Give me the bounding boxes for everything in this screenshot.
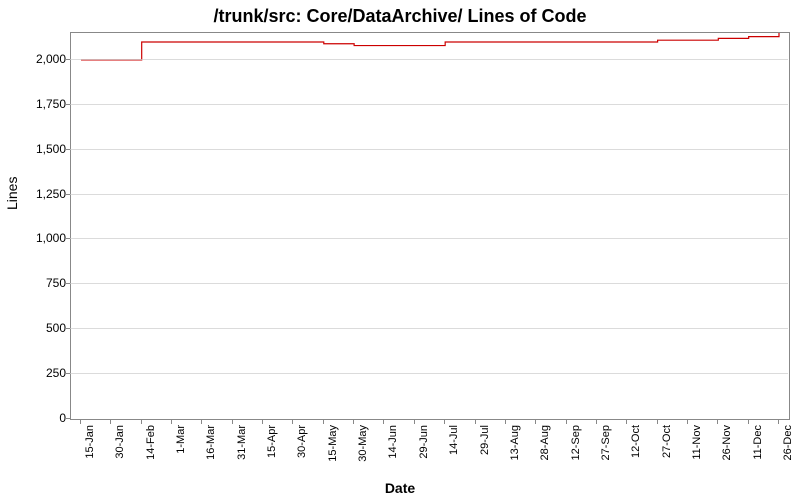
chart-title: /trunk/src: Core/DataArchive/ Lines of C… [0,6,800,27]
gridline [70,238,788,239]
x-tick-label: 14-Jul [448,425,460,455]
gridline [70,104,788,105]
x-tick-label: 26-Nov [721,425,733,460]
gridline [70,373,788,374]
x-tick-label: 15-Apr [266,425,278,458]
y-tick [65,418,70,419]
x-tick [141,419,142,424]
x-tick-label: 13-Aug [509,425,521,460]
x-tick-label: 29-Jun [418,425,430,459]
data-line [71,33,789,419]
x-tick-label: 27-Oct [661,425,673,458]
x-tick-label: 11-Nov [691,425,703,460]
x-tick-label: 15-Jan [84,425,96,459]
x-tick [323,419,324,424]
gridline [70,59,788,60]
x-tick-label: 12-Oct [630,425,642,458]
x-tick-label: 11-Dec [752,425,764,460]
x-tick [566,419,567,424]
gridline [70,149,788,150]
x-tick [778,419,779,424]
x-tick-label: 30-May [357,425,369,462]
y-tick-label: 1,000 [6,231,66,245]
x-axis-label: Date [0,480,800,496]
y-tick-label: 750 [6,276,66,290]
x-tick [596,419,597,424]
x-tick [292,419,293,424]
x-tick [626,419,627,424]
x-tick-label: 28-Aug [539,425,551,460]
x-tick [201,419,202,424]
x-tick-label: 1-Mar [175,425,187,454]
x-tick [80,419,81,424]
y-tick-label: 250 [6,366,66,380]
x-tick [262,419,263,424]
x-tick-label: 30-Apr [296,425,308,458]
x-tick [717,419,718,424]
x-tick-label: 12-Sep [570,425,582,460]
y-tick-label: 500 [6,321,66,335]
x-tick [535,419,536,424]
x-tick-label: 31-Mar [236,425,248,460]
x-tick [353,419,354,424]
loc-chart: /trunk/src: Core/DataArchive/ Lines of C… [0,0,800,500]
x-tick [414,419,415,424]
x-tick-label: 30-Jan [114,425,126,459]
x-tick [505,419,506,424]
gridline [70,328,788,329]
y-tick-label: 1,750 [6,97,66,111]
gridline [70,283,788,284]
x-tick [748,419,749,424]
gridline [70,194,788,195]
x-tick-label: 27-Sep [600,425,612,460]
y-tick-label: 0 [6,411,66,425]
y-tick-label: 1,500 [6,142,66,156]
y-tick-label: 1,250 [6,187,66,201]
x-tick-label: 29-Jul [479,425,491,455]
x-tick-label: 26-Dec [782,425,794,460]
x-tick [110,419,111,424]
x-tick [687,419,688,424]
x-tick-label: 16-Mar [205,425,217,460]
plot-area [70,32,790,420]
x-tick [657,419,658,424]
x-tick [232,419,233,424]
x-tick [444,419,445,424]
y-tick-label: 2,000 [6,52,66,66]
x-tick [475,419,476,424]
x-tick [383,419,384,424]
x-tick-label: 14-Jun [387,425,399,459]
x-tick-label: 15-May [327,425,339,462]
x-tick-label: 14-Feb [145,425,157,460]
x-tick [171,419,172,424]
